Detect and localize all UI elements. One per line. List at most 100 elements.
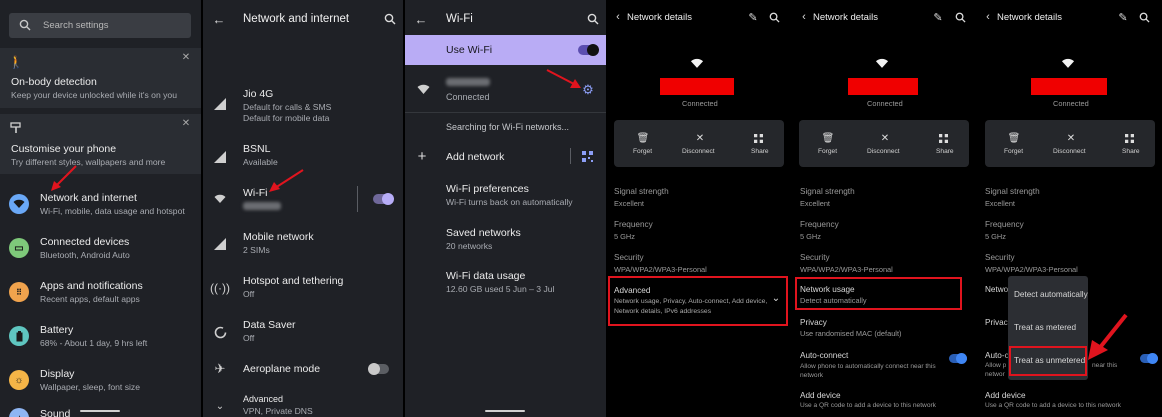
list-item-mobile-network[interactable]: Mobile network 2 SIMs — [203, 228, 403, 262]
close-icon: ✕ — [1066, 132, 1076, 144]
autoconnect-row[interactable]: Auto-connect Allow phone to automaticall… — [800, 351, 972, 381]
row-subtitle: 5 GHz — [800, 232, 821, 241]
suggestion-subtitle: Try different styles, wallpapers and mor… — [11, 157, 166, 167]
use-wifi-toggle[interactable] — [578, 44, 599, 56]
wifi-preferences[interactable]: Wi-Fi preferences Wi-Fi turns back on au… — [405, 178, 606, 214]
item-title: BSNL — [243, 143, 271, 155]
wifi-screen: ← Wi-Fi Use Wi-Fi Connected ⚙ Searching … — [405, 0, 606, 417]
disconnect-button[interactable]: ✕ Disconnect — [865, 132, 905, 160]
privacy-subtitle: Use randomised MAC (default) — [800, 329, 902, 338]
item-title: Wi-Fi preferences — [446, 183, 529, 195]
menu-item-detect[interactable]: Detect automatically — [1008, 284, 1088, 306]
page-title: Network and internet — [243, 13, 350, 25]
forget-button[interactable]: 🗑 Forget — [628, 132, 658, 160]
highlight-box — [1009, 346, 1087, 376]
display-icon: ☼ — [9, 370, 29, 390]
row-title: Security — [985, 253, 1015, 262]
wifi-data-usage[interactable]: Wi-Fi data usage 12.60 GB used 5 Jun – 3… — [405, 265, 606, 301]
forget-button[interactable]: 🗑 Forget — [813, 132, 843, 160]
share-button[interactable]: Share — [1115, 132, 1145, 160]
back-arrow-icon[interactable]: ‹ — [981, 10, 995, 24]
close-icon: ✕ — [695, 132, 705, 144]
list-item-advanced[interactable]: ⌄ Advanced VPN, Private DNS — [203, 392, 403, 417]
edit-icon[interactable]: ✎ — [746, 10, 760, 24]
share-button[interactable]: Share — [929, 132, 959, 160]
disconnect-button[interactable]: ✕ Disconnect — [1051, 132, 1091, 160]
close-icon[interactable]: ✕ — [180, 51, 192, 63]
action-card: 🗑 Forget ✕ Disconnect Share — [985, 120, 1155, 167]
add-network-label: Add network — [446, 151, 505, 163]
search-icon[interactable] — [953, 10, 967, 24]
item-title: Wi-Fi — [243, 187, 268, 199]
suggestion-card[interactable]: 🚶 ✕ On-body detection Keep your device u… — [0, 48, 201, 108]
item-title: Advanced — [243, 394, 284, 404]
settings-item-battery[interactable]: Battery 68% - About 1 day, 9 hrs left — [0, 318, 201, 358]
home-indicator[interactable] — [80, 410, 120, 412]
list-item-aeroplane-mode[interactable]: ✈ Aeroplane mode — [203, 358, 403, 382]
autoconnect-title: Auto-connect — [800, 351, 849, 360]
search-icon[interactable] — [767, 10, 781, 24]
highlight-box — [795, 277, 962, 310]
network-name-redacted — [446, 78, 490, 86]
settings-item-display[interactable]: ☼ Display Wallpaper, sleep, font size — [0, 362, 201, 402]
qr-code-icon — [936, 132, 950, 144]
divider — [405, 112, 606, 113]
item-subtitle: Default for calls & SMS Default for mobi… — [243, 102, 332, 123]
aeroplane-toggle[interactable] — [368, 363, 389, 375]
settings-item-apps[interactable]: ⠿ Apps and notifications Recent apps, de… — [0, 274, 201, 314]
item-subtitle: 20 networks — [446, 241, 493, 251]
share-button[interactable]: Share — [744, 132, 774, 160]
search-bar[interactable]: Search settings — [9, 13, 191, 38]
add-network[interactable]: + Add network — [405, 145, 606, 169]
hotspot-icon: ((·)) — [210, 281, 230, 295]
devices-icon: ▭ — [9, 238, 29, 258]
autoconnect-toggle[interactable] — [949, 353, 967, 364]
settings-item-connected-devices[interactable]: ▭ Connected devices Bluetooth, Android A… — [0, 230, 201, 270]
use-wifi-bar[interactable]: Use Wi-Fi — [405, 35, 606, 65]
signal-icon — [212, 96, 228, 112]
autoconnect-toggle[interactable] — [1140, 353, 1158, 364]
row-title: Frequency — [800, 220, 839, 229]
action-label: Share — [751, 148, 769, 155]
suggestion-card[interactable]: ✕ Customise your phone Try different sty… — [0, 114, 201, 174]
plus-icon: + — [417, 147, 427, 165]
row-title: Security — [800, 253, 830, 262]
network-status: Connected — [446, 92, 490, 102]
divider — [357, 186, 358, 212]
back-arrow-icon[interactable]: ‹ — [797, 10, 811, 24]
edit-icon[interactable]: ✎ — [931, 10, 945, 24]
menu-item-metered[interactable]: Treat as metered — [1008, 317, 1088, 339]
network-internet-screen: ← Network and internet Jio 4G Default fo… — [203, 0, 403, 417]
search-icon[interactable] — [382, 11, 398, 27]
sound-icon: ♪ — [9, 408, 29, 417]
back-arrow-icon[interactable]: ← — [211, 11, 227, 27]
edit-icon[interactable]: ✎ — [1116, 10, 1130, 24]
home-indicator[interactable] — [485, 410, 525, 412]
close-icon[interactable]: ✕ — [180, 117, 192, 129]
qr-code-icon[interactable] — [580, 149, 594, 163]
search-icon[interactable] — [1137, 10, 1151, 24]
wifi-toggle[interactable] — [373, 193, 394, 205]
back-arrow-icon[interactable]: ‹ — [611, 10, 625, 24]
airplane-icon: ✈ — [214, 361, 226, 376]
list-item-data-saver[interactable]: Data Saver Off — [203, 316, 403, 350]
list-item-jio[interactable]: Jio 4G Default for calls & SMS Default f… — [203, 86, 403, 126]
forget-button[interactable]: 🗑 Forget — [999, 132, 1029, 160]
search-input[interactable]: Search settings — [43, 20, 108, 31]
saved-networks[interactable]: Saved networks 20 networks — [405, 222, 606, 258]
back-arrow-icon[interactable]: ← — [413, 11, 429, 27]
item-title: Hotspot and tethering — [243, 275, 344, 287]
settings-item-network[interactable]: Network and internet Wi-Fi, mobile, data… — [0, 186, 201, 226]
action-label: Share — [1122, 148, 1140, 155]
list-item-hotspot[interactable]: ((·)) Hotspot and tethering Off — [203, 272, 403, 306]
disconnect-button[interactable]: ✕ Disconnect — [680, 132, 720, 160]
autoconnect-subtitle-tail: near this — [1092, 362, 1118, 369]
connection-status: Connected — [1053, 99, 1089, 108]
annotation-arrow — [269, 169, 304, 192]
item-title: Apps and notifications — [40, 280, 143, 292]
close-icon: ✕ — [880, 132, 890, 144]
network-name-redacted — [243, 202, 281, 210]
paint-roller-icon — [9, 121, 23, 135]
search-icon[interactable] — [585, 11, 601, 27]
connection-status: Connected — [682, 99, 718, 108]
